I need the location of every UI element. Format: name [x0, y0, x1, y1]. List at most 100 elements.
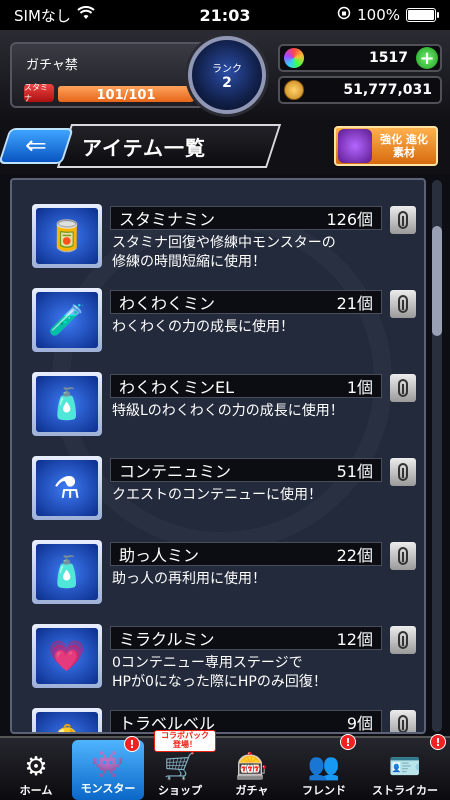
item-icon[interactable]: 🔔 [32, 708, 102, 732]
info-icon [398, 295, 408, 313]
item-count: 12個 [336, 630, 373, 649]
back-button[interactable]: ⇐ [0, 128, 74, 164]
title-bar: アイテム一覧 ⇐ 強化 進化 素材 [0, 118, 450, 174]
nav-home-icon: ⚙ [24, 752, 48, 782]
scrollbar-thumb[interactable] [432, 226, 442, 336]
item-name: スタミナミン [119, 210, 216, 229]
nav-shop-icon: 🛒 [163, 752, 197, 782]
item-info-button[interactable] [390, 458, 416, 486]
item-name-bar: コンテニュミン 51個 [110, 458, 382, 482]
nav-friend-label: フレンド [302, 784, 346, 797]
rank-label: ランク [212, 63, 242, 75]
item-icon-image: 🔔 [36, 712, 98, 732]
item-row[interactable]: 💗 ミラクルミン 12個 0コンテニュー専用ステージで HPが0になった際にHP… [28, 624, 424, 694]
player-name: ガチャ禁 [26, 58, 78, 73]
info-icon [398, 463, 408, 481]
coin-icon [284, 80, 304, 100]
alert-badge: ! [340, 734, 356, 750]
item-icon-image: 🧴 [36, 376, 98, 432]
item-icon-image: ⚗ [36, 460, 98, 516]
item-list[interactable]: 🥫 スタミナミン 126個 スタミナ回復や修練中モンスターの 修練の時間短縮に使… [10, 178, 426, 734]
stamina-text: 101/101 [96, 88, 156, 103]
nav-monster-button[interactable]: 👾 モンスター! [72, 736, 144, 800]
currency-panel: 1517 + 51,777,031 [272, 42, 442, 108]
info-icon [398, 631, 408, 649]
orb-count: 1517 [369, 50, 408, 66]
item-description-line2: HPが0になった際にHPのみ回復！ [112, 673, 327, 690]
wifi-icon [77, 6, 95, 24]
item-count: 51個 [336, 462, 373, 481]
item-description-line1: スタミナ回復や修練中モンスターの [112, 235, 336, 251]
coin-count: 51,777,031 [343, 82, 432, 98]
nav-gacha-button[interactable]: 🎰 ガチャ [216, 738, 288, 800]
nav-home-label: ホーム [19, 784, 53, 797]
item-description-line1: クエストのコンテニューに使用！ [112, 487, 322, 503]
item-icon-image: 💗 [36, 628, 98, 684]
item-info-button[interactable] [390, 290, 416, 318]
orb-counter: 1517 + [278, 44, 442, 72]
item-row[interactable]: ⚗ コンテニュミン 51個 クエストのコンテニューに使用！ [28, 456, 424, 526]
item-count: 1個 [346, 378, 373, 397]
upgrade-materials-icon [338, 129, 372, 163]
item-icon[interactable]: ⚗ [32, 456, 102, 520]
item-row[interactable]: 🔔 トラベルベル 9個 [28, 708, 424, 733]
nav-shop-button[interactable]: 🛒 ショップ!コラボパック登場！ [144, 730, 216, 800]
item-icon[interactable]: 🥫 [32, 204, 102, 268]
item-count: 9個 [346, 714, 373, 733]
item-icon-image: 🧴 [36, 544, 98, 600]
item-name: わくわくミン [119, 294, 216, 313]
buy-orbs-button[interactable]: + [416, 47, 438, 69]
bottom-nav: ⚙ ホーム👾 モンスター!🛒 ショップ!コラボパック登場！🎰 ガチャ👥 フレンド… [0, 730, 450, 800]
item-name: わくわくミンEL [119, 378, 235, 397]
item-icon[interactable]: 🧴 [32, 372, 102, 436]
nav-striker-button[interactable]: 🪪 ストライカー! [360, 734, 450, 800]
item-name-bar: わくわくミン 21個 [110, 290, 382, 314]
item-name-bar: トラベルベル 9個 [110, 710, 382, 733]
item-icon[interactable]: 🧪 [32, 288, 102, 352]
info-icon [398, 715, 408, 732]
info-icon [398, 547, 408, 565]
item-info-button[interactable] [390, 206, 416, 234]
item-info-button[interactable] [390, 374, 416, 402]
item-count: 22個 [336, 546, 373, 565]
item-name: 助っ人ミン [119, 546, 200, 565]
item-info-button[interactable] [390, 542, 416, 570]
item-description-line1: わくわくの力の成長に使用！ [112, 319, 294, 335]
item-info-button[interactable] [390, 626, 416, 654]
item-info-button[interactable] [390, 710, 416, 732]
nav-monster-label: モンスター [80, 782, 136, 795]
nav-friend-button[interactable]: 👥 フレンド! [288, 734, 360, 800]
scrollbar[interactable] [432, 180, 442, 732]
nav-monster-icon: 👾 [91, 750, 125, 780]
nav-shop-label: ショップ [158, 784, 202, 797]
item-row[interactable]: 🧴 わくわくミンEL 1個 特級Lのわくわくの力の成長に使用！ [28, 372, 424, 442]
rank-value: 2 [222, 74, 232, 91]
info-icon [398, 379, 408, 397]
upgrade-label-line2: 素材 [393, 146, 415, 159]
info-icon [398, 211, 408, 229]
item-description: 助っ人の再利用に使用！ [112, 570, 266, 589]
upgrade-label-line1: 強化 進化 [380, 132, 428, 146]
item-count: 126個 [326, 210, 373, 229]
header: ガチャ禁 スタミナ 101/101 ランク 2 1517 + 51,777,03… [0, 30, 450, 118]
alert-badge: ! [124, 736, 140, 752]
collab-pack-tag: コラボパック登場！ [154, 730, 216, 752]
carrier-label: SIMなし [14, 6, 71, 25]
nav-friend-icon: 👥 [307, 752, 341, 782]
nav-home-button[interactable]: ⚙ ホーム [0, 738, 72, 800]
item-count: 21個 [336, 294, 373, 313]
item-row[interactable]: 🧪 わくわくミン 21個 わくわくの力の成長に使用！ [28, 288, 424, 358]
item-description-line1: 0コンテニュー専用ステージで [112, 655, 303, 671]
item-description: スタミナ回復や修練中モンスターの 修練の時間短縮に使用！ [112, 234, 336, 272]
nav-gacha-icon: 🎰 [235, 752, 269, 782]
item-icon[interactable]: 🧴 [32, 540, 102, 604]
orientation-lock-icon [337, 6, 351, 24]
item-icon[interactable]: 💗 [32, 624, 102, 688]
item-row[interactable]: 🧴 助っ人ミン 22個 助っ人の再利用に使用！ [28, 540, 424, 610]
rank-badge[interactable]: ランク 2 [188, 36, 266, 114]
battery-icon [406, 8, 439, 22]
item-row[interactable]: 🥫 スタミナミン 126個 スタミナ回復や修練中モンスターの 修練の時間短縮に使… [28, 204, 424, 274]
upgrade-materials-button[interactable]: 強化 進化 素材 [334, 126, 438, 166]
item-description-line1: 特級Lのわくわくの力の成長に使用！ [112, 403, 344, 419]
item-description: クエストのコンテニューに使用！ [112, 486, 322, 505]
